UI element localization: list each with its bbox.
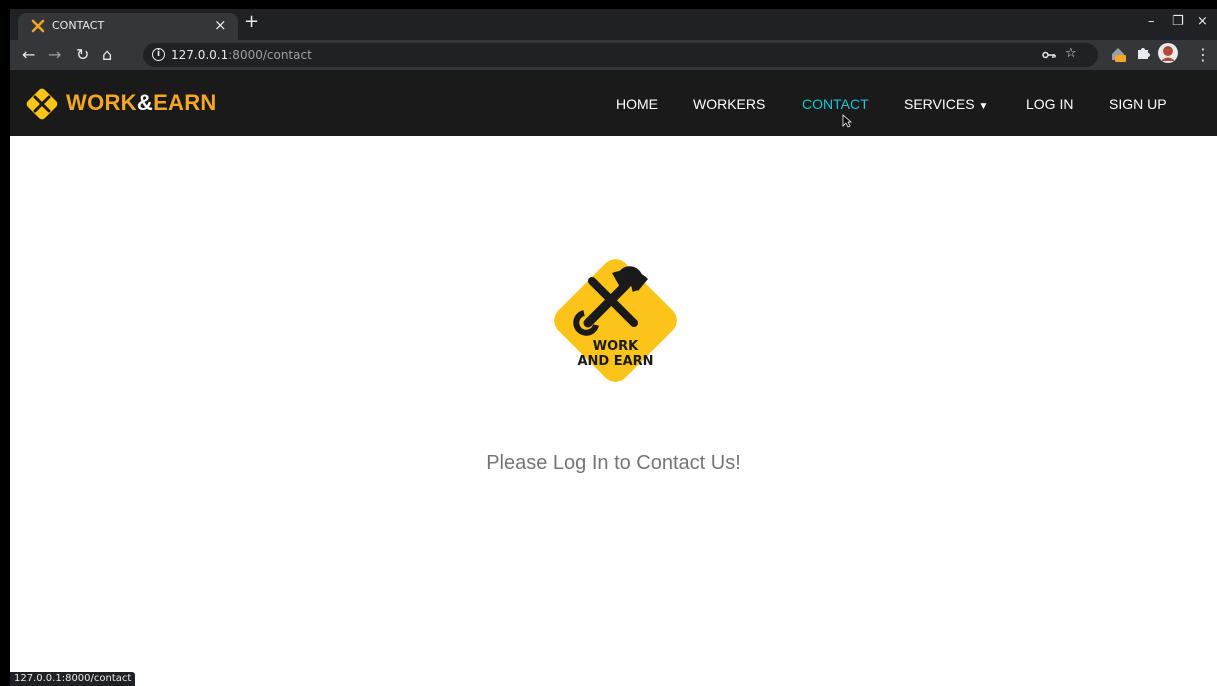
address-bar[interactable]: i 127.0.0.1:8000/contact ☆	[143, 43, 1098, 67]
nav-services[interactable]: SERVICES ▼	[904, 96, 988, 112]
minimize-icon[interactable]: –	[1148, 14, 1155, 29]
extension-off-icon[interactable]	[1109, 45, 1127, 63]
brand-name[interactable]: WORK&EARN	[66, 90, 217, 116]
browser-tab[interactable]: CONTACT ×	[18, 13, 238, 40]
site-navbar: WORK&EARN HOME WORKERS CONTACT SERVICES ▼…	[10, 70, 1217, 136]
tab-title: CONTACT	[52, 19, 105, 32]
browser-window: CONTACT × + – ❐ × ← → ↻ ⌂ i 127.0.0.1:80…	[10, 9, 1217, 686]
mouse-cursor-icon	[842, 114, 852, 128]
reload-icon[interactable]: ↻	[76, 45, 89, 64]
nav-login[interactable]: LOG IN	[1026, 96, 1073, 112]
logo-text-line1: WORK	[593, 339, 639, 354]
chevron-down-icon: ▼	[978, 101, 989, 112]
info-icon[interactable]: i	[152, 48, 165, 61]
status-bar-url: 127.0.0.1:8000/contact	[10, 672, 136, 686]
logo-text-line2: AND EARN	[577, 354, 653, 369]
star-icon[interactable]: ☆	[1065, 46, 1077, 61]
new-tab-button[interactable]: +	[244, 11, 259, 32]
tab-close-icon[interactable]: ×	[214, 16, 227, 34]
nav-workers[interactable]: WORKERS	[693, 96, 765, 112]
home-icon[interactable]: ⌂	[102, 45, 112, 64]
forward-icon[interactable]: →	[48, 45, 61, 64]
browser-toolbar: ← → ↻ ⌂ i 127.0.0.1:8000/contact ☆ ⋮	[10, 40, 1217, 70]
more-menu-icon[interactable]: ⋮	[1195, 45, 1211, 64]
login-prompt-message: Please Log In to Contact Us!	[486, 452, 741, 474]
nav-signup[interactable]: SIGN UP	[1109, 96, 1167, 112]
brand-logo-icon[interactable]	[24, 86, 60, 122]
work-and-earn-logo: WORK AND EARN	[554, 259, 677, 382]
nav-contact[interactable]: CONTACT	[802, 96, 869, 112]
nav-services-label: SERVICES	[904, 96, 975, 112]
restore-icon[interactable]: ❐	[1172, 14, 1184, 29]
window-close-icon[interactable]: ×	[1197, 14, 1208, 29]
key-icon[interactable]	[1042, 50, 1056, 60]
tab-strip: CONTACT × + – ❐ ×	[10, 9, 1217, 40]
tools-favicon-icon	[31, 19, 45, 33]
puzzle-icon[interactable]	[1135, 45, 1151, 61]
nav-home[interactable]: HOME	[616, 96, 658, 112]
url-text[interactable]: 127.0.0.1:8000/contact	[171, 48, 312, 62]
profile-avatar[interactable]	[1158, 43, 1178, 63]
back-icon[interactable]: ←	[22, 45, 35, 64]
